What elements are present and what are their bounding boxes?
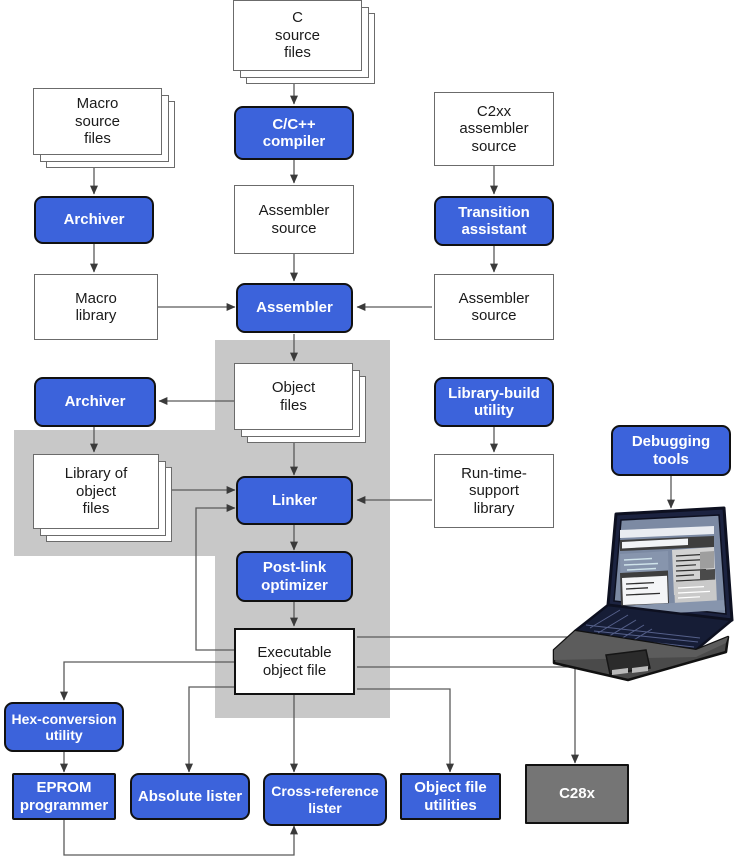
executable-object-file-node: Executable object file	[234, 628, 355, 695]
assembler-source-right-node: Assembler source	[434, 274, 554, 340]
assembler-node[interactable]: Assembler	[236, 283, 353, 333]
library-of-object-files-stack: Library of object files	[33, 454, 175, 542]
transition-assistant-node[interactable]: Transition assistant	[434, 196, 554, 246]
cpp-compiler-node[interactable]: C/C++ compiler	[234, 106, 354, 160]
cross-reference-lister-node[interactable]: Cross-reference lister	[263, 773, 387, 826]
archiver-top-node[interactable]: Archiver	[34, 196, 154, 244]
macro-source-files-stack: Macro source files	[33, 88, 175, 168]
macro-library-node: Macro library	[34, 274, 158, 340]
c28x-target-node: C28x	[525, 764, 629, 824]
c-source-files-stack: C source files	[233, 0, 375, 84]
debugger-laptop-illustration	[552, 506, 734, 682]
hex-conversion-utility-node[interactable]: Hex-conversion utility	[4, 702, 124, 752]
library-of-object-files-box: Library of object files	[33, 454, 159, 529]
library-build-utility-node[interactable]: Library-build utility	[434, 377, 554, 427]
c2xx-assembler-source-node: C2xx assembler source	[434, 92, 554, 166]
eprom-programmer-node[interactable]: EPROM programmer	[12, 773, 116, 820]
absolute-lister-node[interactable]: Absolute lister	[130, 773, 250, 820]
object-files-box: Object files	[234, 363, 353, 430]
c-source-files-box: C source files	[233, 0, 362, 71]
software-development-flow-diagram: C source files C/C++ compiler Assembler …	[0, 0, 736, 863]
macro-source-files-box: Macro source files	[33, 88, 162, 155]
object-files-stack: Object files	[234, 363, 366, 443]
debugging-tools-node[interactable]: Debugging tools	[611, 425, 731, 476]
linker-node[interactable]: Linker	[236, 476, 353, 525]
assembler-source-middle-node: Assembler source	[234, 185, 354, 254]
object-file-utilities-node[interactable]: Object file utilities	[400, 773, 501, 820]
post-link-optimizer-node[interactable]: Post-link optimizer	[236, 551, 353, 602]
archiver-middle-node[interactable]: Archiver	[34, 377, 156, 427]
